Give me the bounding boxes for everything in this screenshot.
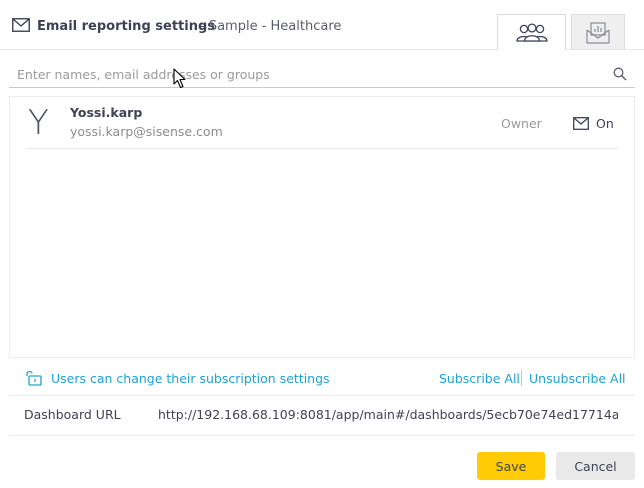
user-role: Owner [501, 116, 542, 131]
dialog-title: Email reporting settings [37, 19, 216, 34]
search-input[interactable] [17, 64, 597, 84]
cancel-button[interactable]: Cancel [556, 452, 635, 480]
link-separator [521, 370, 522, 386]
subscriber-list: Y Yossi.karp yossi.karp@sisense.com Owne… [9, 96, 635, 358]
dashboard-url-row: Dashboard URL http://192.168.68.109:8081… [9, 396, 635, 436]
toggle-status: On [596, 116, 614, 131]
report-envelope-icon [586, 21, 610, 44]
users-icon [515, 22, 548, 42]
user-name: Yossi.karp [70, 105, 143, 120]
unlock-icon[interactable] [24, 370, 42, 386]
search-icon[interactable] [613, 67, 627, 81]
save-button[interactable]: Save [477, 452, 545, 480]
user-email: yossi.karp@sisense.com [70, 124, 223, 139]
change-subscription-settings-link[interactable]: Users can change their subscription sett… [51, 371, 330, 386]
subscription-settings-row: Users can change their subscription sett… [9, 358, 635, 396]
header-divider-right [566, 49, 644, 50]
subscribe-all-link[interactable]: Subscribe All [439, 371, 520, 386]
tab-report[interactable] [571, 14, 625, 50]
dashboard-url-value[interactable]: http://192.168.68.109:8081/app/main#/das… [158, 407, 618, 422]
search-bar [9, 60, 635, 88]
email-subscription-toggle[interactable]: On [573, 116, 614, 131]
dialog-header: Email reporting settings - Sample - Heal… [0, 0, 644, 50]
unsubscribe-all-link[interactable]: Unsubscribe All [529, 371, 626, 386]
dashboard-url-label: Dashboard URL [24, 407, 121, 422]
envelope-icon [573, 117, 589, 130]
avatar: Y [28, 103, 49, 143]
tab-people[interactable] [497, 14, 566, 50]
email-reporting-dialog: Email reporting settings - Sample - Heal… [0, 0, 644, 488]
dashboard-name: - Sample - Healthcare [200, 19, 342, 34]
list-item: Y Yossi.karp yossi.karp@sisense.com Owne… [26, 97, 618, 149]
header-divider [0, 49, 497, 50]
envelope-icon [12, 18, 30, 32]
